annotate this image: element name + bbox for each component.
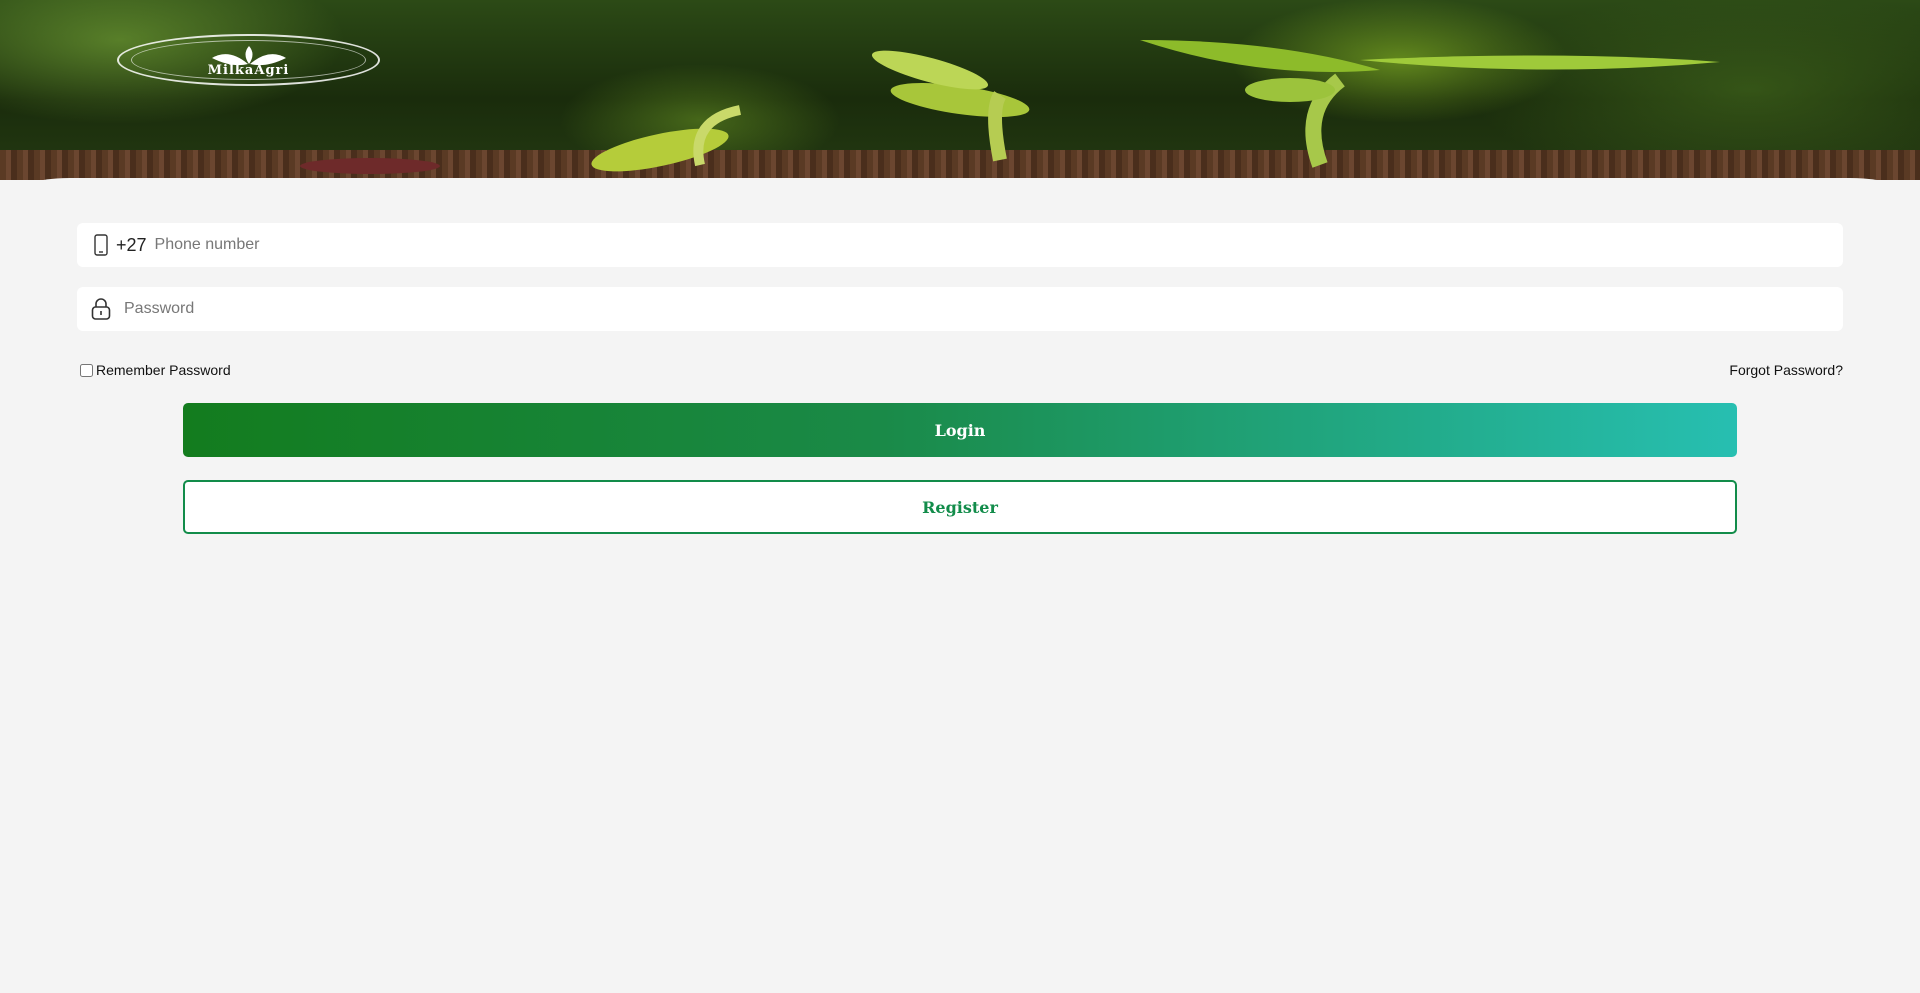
remember-password-label: Remember Password (96, 362, 231, 378)
phone-input[interactable] (154, 223, 1843, 267)
forgot-password-link[interactable]: Forgot Password? (1729, 362, 1843, 378)
country-code: +27 (116, 234, 147, 255)
app-logo: MilkaAgri (117, 34, 380, 86)
remember-password[interactable]: Remember Password (80, 362, 231, 378)
sprout-illustration (300, 40, 1720, 174)
register-button[interactable]: Register (183, 480, 1737, 534)
password-input[interactable] (124, 287, 1843, 331)
logo-text: MilkaAgri (207, 62, 290, 78)
remember-password-checkbox[interactable] (80, 363, 93, 377)
password-field[interactable] (77, 287, 1843, 331)
phone-field[interactable]: +27 (77, 223, 1843, 267)
mobile-phone-icon (94, 234, 108, 256)
login-button[interactable]: Login (183, 403, 1737, 457)
hero-banner: MilkaAgri (0, 0, 1920, 180)
lock-icon (91, 298, 111, 320)
